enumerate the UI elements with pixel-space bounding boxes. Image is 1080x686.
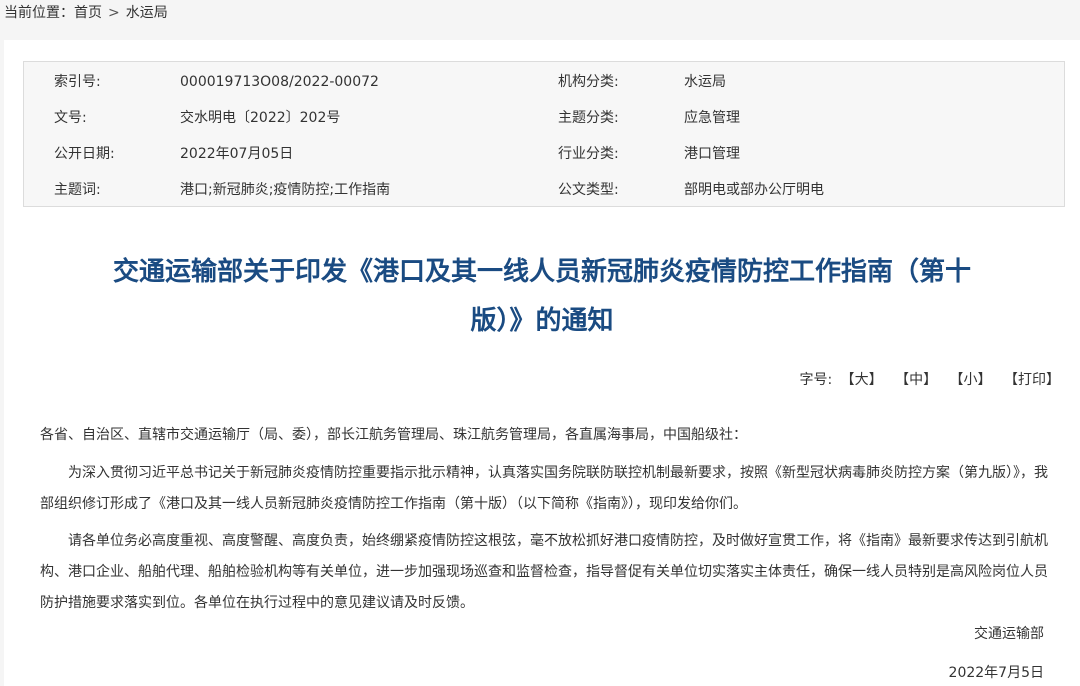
document-title: 交通运输部关于印发《港口及其一线人员新冠肺炎疫情防控工作指南（第十 版）》的通知 [4,248,1080,346]
meta-row-keywords: 主题词: 港口;新冠肺炎;疫情防控;工作指南 公文类型: 部明电或部办公厅明电 [24,172,1064,208]
font-size-large-button[interactable]: 【大】 [841,372,883,388]
meta-key: 机构分类: [558,74,619,90]
font-size-small-button[interactable]: 【小】 [950,372,992,388]
meta-key: 文号: [54,110,87,126]
meta-value: 应急管理 [684,110,740,126]
signing-date: 2022年7月5日 [948,665,1044,681]
meta-value: 水运局 [684,74,726,90]
meta-key: 主题分类: [558,110,619,126]
title-line-2: 版）》的通知 [470,306,614,336]
font-size-controls: 字号: 【大】 【中】 【小】 【打印】 [799,370,1060,390]
meta-value: 2022年07月05日 [180,146,294,162]
meta-row-publish-date: 公开日期: 2022年07月05日 行业分类: 港口管理 [24,136,1064,172]
content-panel: 索引号: 000019713O08/2022-00072 机构分类: 水运局 文… [4,40,1080,686]
body-paragraph-1: 为深入贯彻习近平总书记关于新冠肺炎疫情防控重要指示批示精神，认真落实国务院联防联… [40,465,1048,512]
meta-value: 港口;新冠肺炎;疫情防控;工作指南 [180,182,391,198]
print-button[interactable]: 【打印】 [1004,372,1060,388]
meta-value: 000019713O08/2022-00072 [180,74,379,90]
meta-row-index: 索引号: 000019713O08/2022-00072 机构分类: 水运局 [24,64,1064,100]
body-paragraph-2: 请各单位务必高度重视、高度警醒、高度负责，始终绷紧疫情防控这根弦，毫不放松抓好港… [40,533,1048,611]
meta-value: 部明电或部办公厅明电 [684,182,824,198]
meta-key: 公开日期: [54,146,115,162]
breadcrumb-label: 当前位置： [4,5,74,21]
meta-value: 港口管理 [684,146,740,162]
breadcrumb: 当前位置： 首页 > 水运局 [4,2,168,24]
font-size-label: 字号: [799,372,833,388]
salutation: 各省、自治区、直辖市交通运输厅（局、委），部长江航务管理局、珠江航务管理局，各直… [40,427,747,443]
meta-key: 行业分类: [558,146,619,162]
meta-key: 主题词: [54,182,101,198]
title-line-1: 交通运输部关于印发《港口及其一线人员新冠肺炎疫情防控工作指南（第十 [112,257,971,287]
meta-value: 交水明电〔2022〕202号 [180,110,341,126]
meta-key: 公文类型: [558,182,619,198]
document-metadata-table: 索引号: 000019713O08/2022-00072 机构分类: 水运局 文… [23,61,1065,207]
breadcrumb-home-link[interactable]: 首页 [74,2,102,24]
meta-row-doc-number: 文号: 交水明电〔2022〕202号 主题分类: 应急管理 [24,100,1064,136]
meta-key: 索引号: [54,74,101,90]
signer: 交通运输部 [974,626,1044,642]
font-size-medium-button[interactable]: 【中】 [895,372,937,388]
breadcrumb-separator: > [108,5,120,21]
breadcrumb-current-link[interactable]: 水运局 [126,2,168,24]
document-body: 各省、自治区、直辖市交通运输厅（局、委），部长江航务管理局、珠江航务管理局，各直… [40,420,1048,625]
